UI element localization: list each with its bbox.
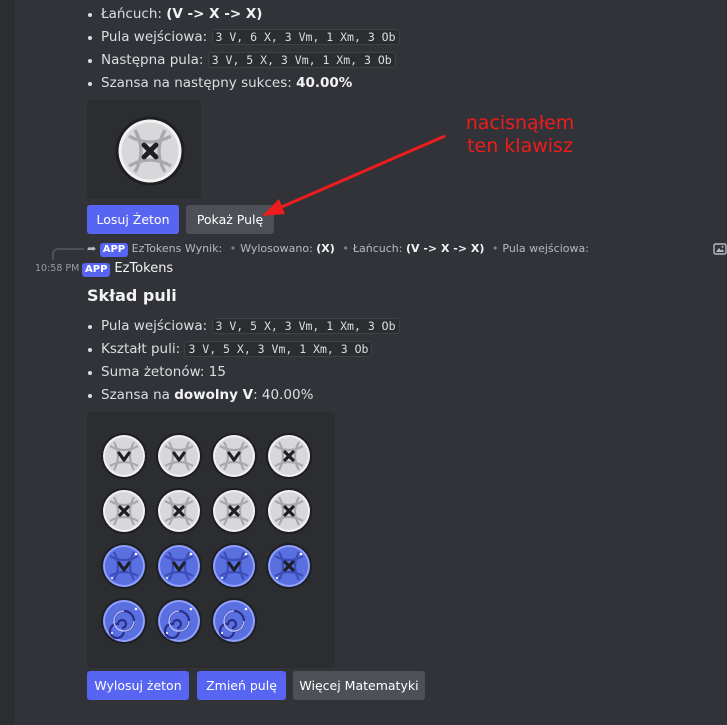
next-success-line: Szansa na następny sukces: 40.00% [87, 72, 400, 95]
change-pool-button[interactable]: Zmień pulę [197, 671, 286, 700]
token-sum-line: Suma żetonów: 15 [87, 361, 400, 384]
chain-line: Łańcuch: (V -> X -> X) [87, 3, 400, 26]
image-icon[interactable] [713, 242, 727, 256]
token-x-icon [266, 488, 312, 534]
app-tag: APP [82, 263, 111, 277]
token-ob-icon [101, 598, 147, 644]
show-pool-button[interactable]: Pokaż Pulę [186, 205, 274, 234]
token-ob-icon [211, 598, 257, 644]
input-pool-line: Pula wejściowa: 3 V, 5 X, 3 Vm, 1 Xm, 3 … [87, 315, 400, 338]
next-pool-line: Następna pula: 3 V, 5 X, 3 Vm, 1 Xm, 3 O… [87, 49, 400, 72]
author-name[interactable]: EzTokens [114, 261, 173, 276]
input-pool-line: Pula wejściowa: 3 V, 6 X, 3 Vm, 1 Xm, 3 … [87, 26, 400, 49]
token-vm-icon [156, 543, 202, 589]
reply-connector [52, 248, 84, 260]
message2-bullets: Pula wejściowa: 3 V, 5 X, 3 Vm, 1 Xm, 3 … [87, 315, 400, 407]
token-v-icon [101, 433, 147, 479]
app-tag: APP [99, 243, 129, 257]
token-v-icon [211, 433, 257, 479]
token-vm-icon [101, 543, 147, 589]
input-pool-code: 3 V, 6 X, 3 Vm, 1 Xm, 3 Ob [211, 29, 400, 45]
token-ob-icon [156, 598, 202, 644]
token-x-icon [101, 488, 147, 534]
input-pool-code: 3 V, 5 X, 3 Vm, 1 Xm, 3 Ob [211, 318, 400, 334]
token-x-icon [266, 433, 312, 479]
pool-title: Skład puli [87, 286, 177, 305]
draw-token-button[interactable]: Losuj Żeton [87, 205, 179, 234]
pool-shape-code: 3 V, 5 X, 3 Vm, 1 Xm, 3 Ob [184, 341, 373, 357]
token-vm-icon [211, 543, 257, 589]
message-timestamp: 10:58 PM [35, 263, 80, 274]
next-pool-code: 3 V, 5 X, 3 Vm, 1 Xm, 3 Ob [207, 52, 396, 68]
drawn-token-image[interactable] [87, 100, 201, 199]
token-v-icon [156, 433, 202, 479]
reply-preview[interactable]: ➦ APP EzTokens Wynik: • Wylosowano: (X) •… [87, 240, 589, 257]
left-gutter [0, 0, 15, 725]
token-x-icon [211, 488, 257, 534]
annotation-text: nacisnąłem ten klawisz [465, 112, 575, 157]
chance-line: Szansa na dowolny V: 40.00% [87, 384, 400, 407]
token-x-icon [115, 116, 185, 186]
more-math-button[interactable]: Więcej Matematyki [293, 671, 425, 700]
draw-token-button-2[interactable]: Wylosuj żeton [87, 671, 189, 700]
pool-grid-image[interactable] [87, 412, 335, 668]
token-xm-icon [266, 543, 312, 589]
token-x-icon [156, 488, 202, 534]
message-author[interactable]: APP EzTokens [82, 259, 173, 277]
reply-arrow-icon: ➦ [87, 242, 97, 255]
message1-bullets: Łańcuch: (V -> X -> X) Pula wejściowa: 3… [87, 3, 400, 95]
pool-shape-line: Kształt puli: 3 V, 5 X, 3 Vm, 1 Xm, 3 Ob [87, 338, 400, 361]
